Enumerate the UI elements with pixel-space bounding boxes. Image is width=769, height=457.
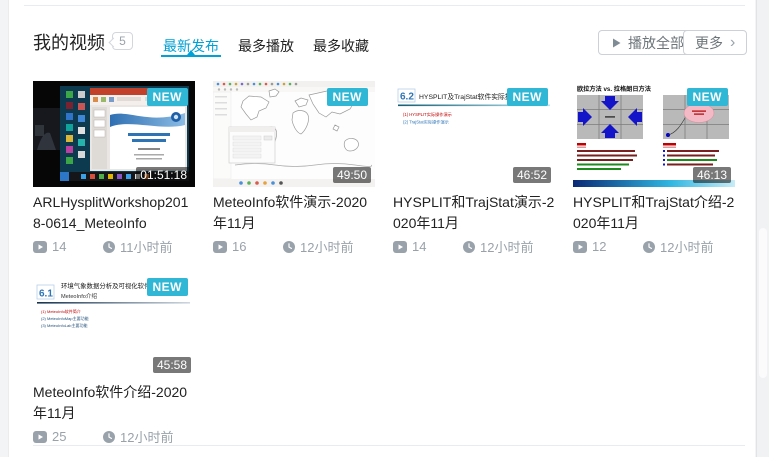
more-button[interactable]: 更多 › <box>683 30 747 55</box>
slide-number: 6.1 <box>39 289 53 300</box>
play-count-icon <box>573 241 587 253</box>
play-all-button[interactable]: 播放全部 <box>598 30 696 55</box>
scrollbar-track[interactable] <box>756 0 769 457</box>
publish-time: 12小时前 <box>283 237 353 256</box>
video-stats: 14 12小时前 <box>393 237 555 256</box>
duration-badge: 46:13 <box>693 167 731 183</box>
clock-icon <box>103 431 115 443</box>
chevron-right-icon: › <box>730 35 735 51</box>
play-count: 14 <box>33 239 103 254</box>
new-badge: NEW <box>147 88 189 106</box>
play-count-value: 14 <box>412 239 426 254</box>
bottom-divider <box>33 445 745 446</box>
play-count-value: 25 <box>52 429 66 444</box>
slide-title-line2: MeteoInfo介绍 <box>61 292 97 300</box>
video-thumbnail[interactable]: NEW 49:50 <box>213 81 375 187</box>
slide-item: (1) HYSPLIT实际操作演示 <box>403 111 452 118</box>
play-count-icon <box>33 241 47 253</box>
tab-latest[interactable]: 最新发布 <box>160 36 222 64</box>
video-thumbnail[interactable]: 欧拉方法 vs. 拉格朗日方法 <box>573 81 735 187</box>
slide-item: (3) MeteoInfoLab主要功能 <box>41 322 87 328</box>
publish-time: 12小时前 <box>643 237 713 256</box>
video-title[interactable]: ARLHysplitWorkshop2018-0614_MeteoInfo <box>33 192 195 234</box>
video-stats: 12 12小时前 <box>573 237 735 256</box>
play-count-icon <box>213 241 227 253</box>
video-card[interactable]: NEW 49:50 MeteoInfo软件演示-2020年11月 16 12小时… <box>213 81 375 251</box>
slide-number: 6.2 <box>400 92 414 103</box>
slide-item: (2) MeteoInfoMap主要功能 <box>41 315 89 321</box>
slide-item: (2) TrajStat实际操作演示 <box>403 119 449 126</box>
slide-title-line1: 环境气象数据分析及可视化软件 <box>61 281 151 290</box>
video-stats: 16 12小时前 <box>213 237 375 256</box>
video-thumbnail[interactable]: 6.1 环境气象数据分析及可视化软件 MeteoInfo介绍 (1) Meteo… <box>33 271 195 377</box>
video-stats: 14 11小时前 <box>33 237 195 256</box>
play-count-icon <box>33 431 47 443</box>
publish-time: 12小时前 <box>103 427 173 446</box>
video-thumbnail[interactable]: NEW 01:51:18 <box>33 81 195 187</box>
top-divider <box>24 5 745 6</box>
publish-time-value: 12小时前 <box>300 237 353 256</box>
clock-icon <box>463 241 475 253</box>
duration-badge: 49:50 <box>333 167 371 183</box>
duration-badge: 01:51:18 <box>136 167 191 183</box>
publish-time-value: 12小时前 <box>120 427 173 446</box>
more-label: 更多 <box>695 33 723 53</box>
publish-time: 12小时前 <box>463 237 533 256</box>
new-badge: NEW <box>147 278 189 296</box>
play-icon <box>610 37 622 49</box>
play-count: 14 <box>393 239 463 254</box>
video-card[interactable]: 欧拉方法 vs. 拉格朗日方法 <box>573 81 735 251</box>
play-all-label: 播放全部 <box>628 33 684 53</box>
publish-time-value: 12小时前 <box>480 237 533 256</box>
slide-item: (1) MeteoInfo软件简介 <box>41 308 81 314</box>
publish-time-value: 11小时前 <box>120 237 173 256</box>
scrollbar-thumb[interactable] <box>759 228 767 378</box>
play-count: 16 <box>213 239 283 254</box>
video-count-badge: 5 <box>112 32 133 50</box>
publish-time: 11小时前 <box>103 237 173 256</box>
video-title[interactable]: MeteoInfo软件介绍-2020年11月 <box>33 382 195 424</box>
video-card[interactable]: NEW 01:51:18 ARLHysplitWorkshop2018-0614… <box>33 81 195 251</box>
video-title[interactable]: HYSPLIT和TrajStat演示-2020年11月 <box>393 192 555 234</box>
play-count: 25 <box>33 429 103 444</box>
video-thumbnail[interactable]: 6.2 HYSPLIT及TrajStat软件实际操作演示 (1) HYSPLIT… <box>393 81 555 187</box>
play-count-icon <box>393 241 407 253</box>
clock-icon <box>103 241 115 253</box>
new-badge: NEW <box>327 88 369 106</box>
duration-badge: 45:58 <box>153 357 191 373</box>
video-card[interactable]: 6.2 HYSPLIT及TrajStat软件实际操作演示 (1) HYSPLIT… <box>393 81 555 251</box>
video-card[interactable]: 6.1 环境气象数据分析及可视化软件 MeteoInfo介绍 (1) Meteo… <box>33 271 195 441</box>
video-grid: NEW 01:51:18 ARLHysplitWorkshop2018-0614… <box>33 81 745 441</box>
play-count-value: 12 <box>592 239 606 254</box>
video-title[interactable]: MeteoInfo软件演示-2020年11月 <box>213 192 375 234</box>
tab-most-collected[interactable]: 最多收藏 <box>310 36 372 64</box>
play-count-value: 16 <box>232 239 246 254</box>
new-badge: NEW <box>507 88 549 106</box>
clock-icon <box>283 241 295 253</box>
video-title[interactable]: HYSPLIT和TrajStat介绍-2020年11月 <box>573 192 735 234</box>
video-stats: 25 12小时前 <box>33 427 195 446</box>
play-count-value: 14 <box>52 239 66 254</box>
duration-badge: 46:52 <box>513 167 551 183</box>
slide-title: 欧拉方法 vs. 拉格朗日方法 <box>577 85 651 93</box>
publish-time-value: 12小时前 <box>660 237 713 256</box>
new-badge: NEW <box>687 88 729 106</box>
page-title: 我的视频 <box>33 29 105 55</box>
play-count: 12 <box>573 239 643 254</box>
tab-most-played[interactable]: 最多播放 <box>235 36 297 64</box>
clock-icon <box>643 241 655 253</box>
sort-tabs: 最新发布 最多播放 最多收藏 <box>160 36 372 64</box>
